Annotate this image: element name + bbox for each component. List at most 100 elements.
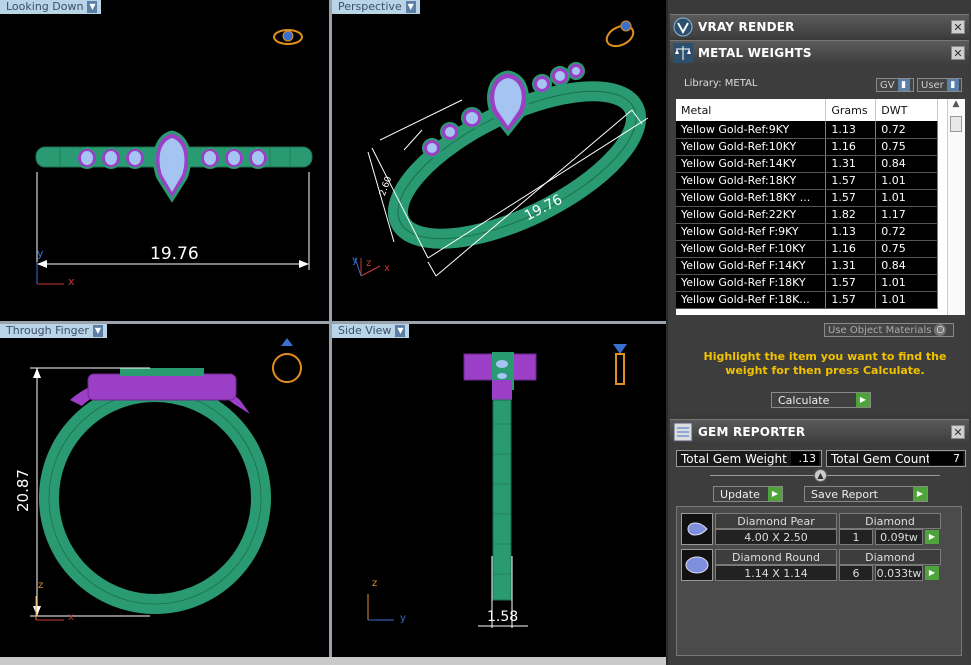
play-icon: ▶ [856, 393, 870, 407]
table-row[interactable]: Yellow Gold-Ref:14KY 1.31 0.84 [676, 155, 938, 173]
status-strip [0, 657, 666, 665]
total-gem-count-value: 7 [929, 452, 963, 465]
dwt-cell: 0.84 [875, 257, 938, 275]
viewport-separator[interactable] [0, 321, 666, 324]
gem-reporter-title: GEM REPORTER [698, 424, 806, 439]
gem-list[interactable]: Diamond Pear Diamond 4.00 X 2.50 1 0.09t… [676, 506, 962, 656]
grams-cell: 1.13 [825, 223, 877, 241]
gem-type: Diamond [839, 513, 941, 529]
dwt-cell: 0.75 [875, 138, 938, 156]
user-toggle[interactable]: User ▮ [917, 78, 962, 92]
metal-weights-title: METAL WEIGHTS [698, 45, 812, 60]
viewport-perspective[interactable]: Perspective ▼ 19.76 2.60 z x y [332, 0, 666, 321]
viewport-tab[interactable]: Looking Down ▼ [0, 0, 102, 14]
table-row[interactable]: Yellow Gold-Ref:10KY 1.16 0.75 [676, 138, 938, 156]
dwt-cell: 0.72 [875, 121, 938, 139]
column-header-metal[interactable]: Metal [676, 99, 827, 121]
perspective-drawing [354, 20, 649, 277]
vray-render-header[interactable]: VRAY RENDER ✕ [670, 14, 969, 38]
viewport-tab[interactable]: Perspective ▼ [332, 0, 420, 14]
dwt-cell: 0.72 [875, 223, 938, 241]
collapse-icon[interactable]: ▲ [814, 469, 827, 482]
use-object-materials-toggle[interactable]: Use Object Materials ○ [824, 323, 954, 337]
table-row[interactable]: Yellow Gold-Ref F:18K... 1.57 1.01 [676, 291, 938, 309]
round-gem-icon [681, 549, 713, 581]
play-icon[interactable]: ▶ [925, 530, 939, 544]
viewport-through-finger[interactable]: Through Finger ▼ 20.87 z x [0, 324, 329, 657]
scroll-thumb[interactable] [950, 116, 962, 132]
dwt-cell: 1.17 [875, 206, 938, 224]
total-gem-weight-label: Total Gem Weight [681, 451, 787, 466]
close-icon[interactable]: ✕ [951, 45, 965, 60]
save-report-button[interactable]: Save Report ▶ [804, 486, 928, 502]
grams-cell: 1.57 [825, 172, 877, 190]
metal-name-cell: Yellow Gold-Ref:18KY [676, 172, 827, 190]
dwt-cell: 0.75 [875, 240, 938, 258]
toggle-icon: ▮ [897, 79, 910, 91]
report-icon [673, 422, 693, 441]
total-gem-weight-value: .13 [791, 452, 819, 465]
axis-y-label: y [37, 247, 44, 260]
calculate-button[interactable]: Calculate ▶ [771, 392, 871, 408]
column-header-dwt[interactable]: DWT [875, 99, 938, 121]
play-icon: ▶ [913, 487, 927, 501]
dwt-cell: 1.01 [875, 172, 938, 190]
metal-weights-header[interactable]: METAL WEIGHTS ✕ [670, 40, 969, 64]
total-gem-count: Total Gem Count 7 [826, 450, 966, 467]
grams-cell: 1.16 [825, 240, 877, 258]
gv-toggle[interactable]: GV ▮ [876, 78, 914, 92]
viewport-tab[interactable]: Through Finger ▼ [0, 324, 107, 338]
grams-cell: 1.82 [825, 206, 877, 224]
metal-name-cell: Yellow Gold-Ref F:18KY [676, 274, 827, 292]
toggle-icon: ▮ [946, 79, 959, 91]
metal-name-cell: Yellow Gold-Ref:10KY [676, 138, 827, 156]
viewport-tab[interactable]: Side View ▼ [332, 324, 410, 338]
chevron-down-icon[interactable]: ▼ [87, 1, 98, 13]
pear-gem-icon [681, 513, 713, 545]
metal-table-header: Metal Grams DWT [676, 99, 938, 121]
close-icon[interactable]: ✕ [951, 424, 965, 439]
vray-render-title: VRAY RENDER [698, 19, 795, 34]
table-row[interactable]: Yellow Gold-Ref F:18KY 1.57 1.01 [676, 274, 938, 292]
scroll-up-icon[interactable]: ▲ [948, 99, 964, 113]
dimension-label: 20.87 [14, 469, 32, 512]
table-row[interactable]: Yellow Gold-Ref:18KY ... 1.57 1.01 [676, 189, 938, 207]
looking-down-drawing [35, 29, 313, 285]
column-header-grams[interactable]: Grams [825, 99, 877, 121]
metal-table[interactable]: Metal Grams DWT Yellow Gold-Ref:9KY 1.13 0… [676, 99, 965, 315]
viewport-looking-down[interactable]: Looking Down ▼ 19.76 y x [0, 0, 329, 321]
chevron-down-icon[interactable]: ▼ [405, 1, 416, 13]
axis-y-label: y [400, 613, 406, 624]
gem-reporter-header[interactable]: GEM REPORTER ✕ [670, 419, 969, 443]
play-icon[interactable]: ▶ [925, 566, 939, 580]
table-row[interactable]: Yellow Gold-Ref:9KY 1.13 0.72 [676, 121, 938, 139]
update-label: Update [720, 487, 760, 501]
table-row[interactable]: Yellow Gold-Ref:18KY 1.57 1.01 [676, 172, 938, 190]
viewport-label: Through Finger [6, 324, 89, 337]
gem-row[interactable]: Diamond Round Diamond 1.14 X 1.14 6 0.03… [681, 549, 941, 581]
save-report-label: Save Report [811, 487, 878, 501]
table-row[interactable]: Yellow Gold-Ref F:10KY 1.16 0.75 [676, 240, 938, 258]
radio-icon: ○ [934, 324, 947, 336]
grams-cell: 1.57 [825, 291, 877, 309]
grams-cell: 1.13 [825, 121, 877, 139]
viewport-side-view[interactable]: Side View ▼ 1.58 z y [332, 324, 666, 657]
gem-size: 1.14 X 1.14 [715, 565, 837, 581]
chevron-down-icon[interactable]: ▼ [92, 325, 103, 337]
axis-z-label: z [366, 258, 372, 269]
gem-row[interactable]: Diamond Pear Diamond 4.00 X 2.50 1 0.09t… [681, 513, 941, 545]
viewport-separator[interactable] [329, 0, 332, 657]
close-icon[interactable]: ✕ [951, 19, 965, 34]
table-row[interactable]: Yellow Gold-Ref:22KY 1.82 1.17 [676, 206, 938, 224]
play-icon: ▶ [768, 487, 782, 501]
table-row[interactable]: Yellow Gold-Ref F:9KY 1.13 0.72 [676, 223, 938, 241]
metal-table-scrollbar[interactable]: ▲ [947, 99, 965, 315]
viewport-label: Side View [338, 324, 392, 337]
chevron-down-icon[interactable]: ▼ [395, 325, 406, 337]
calculate-label: Calculate [778, 393, 830, 407]
gem-name: Diamond Round [715, 549, 837, 565]
update-button[interactable]: Update ▶ [713, 486, 783, 502]
grams-cell: 1.31 [825, 257, 877, 275]
table-row[interactable]: Yellow Gold-Ref F:14KY 1.31 0.84 [676, 257, 938, 275]
gem-name: Diamond Pear [715, 513, 837, 529]
